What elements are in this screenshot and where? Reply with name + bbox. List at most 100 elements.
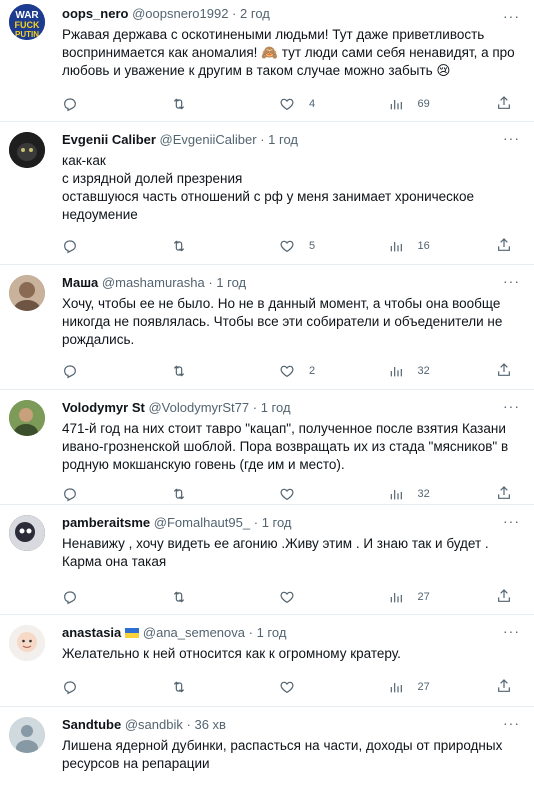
like-button[interactable] — [279, 486, 388, 502]
avatar[interactable] — [9, 515, 45, 551]
avatar[interactable] — [9, 400, 45, 436]
avatar[interactable] — [9, 717, 45, 753]
views-button[interactable]: 27 — [388, 589, 497, 605]
reply-icon — [64, 591, 76, 605]
views-button[interactable]: 32 — [388, 363, 497, 379]
display-name[interactable]: Evgenii Caliber — [62, 132, 156, 147]
retweet-icon — [173, 681, 184, 693]
tweet-text: как-как с изрядной долей презрения остав… — [62, 152, 522, 224]
timestamp[interactable]: 1 год — [262, 515, 292, 530]
user-handle[interactable]: @VolodymyrSt77 — [148, 400, 249, 415]
like-button[interactable]: 4 — [279, 96, 388, 112]
reply-button[interactable] — [62, 679, 171, 695]
tweet[interactable]: Sandtube @sandbik · 36 хв ··· Лишена яде… — [0, 707, 534, 797]
tweet-feed: WAR FUCK PUTIN oops_nero @oopsnero1992 ·… — [0, 0, 534, 797]
more-icon[interactable]: ··· — [503, 130, 520, 146]
user-handle[interactable]: @oopsnero1992 — [132, 6, 228, 21]
display-name[interactable]: pamberaitsme — [62, 515, 150, 530]
tweet-text-line: Карма она такая — [62, 554, 167, 569]
timestamp[interactable]: 1 год — [261, 400, 291, 415]
views-button[interactable]: 16 — [388, 238, 497, 254]
more-icon[interactable]: ··· — [503, 8, 520, 24]
more-icon[interactable]: ··· — [503, 623, 520, 639]
reply-button[interactable] — [62, 96, 171, 112]
tweet-text-line: с изрядной долей презрения — [62, 171, 243, 186]
reply-button[interactable] — [62, 363, 171, 379]
display-name[interactable]: Sandtube — [62, 717, 121, 732]
retweet-button[interactable] — [171, 363, 280, 379]
reply-button[interactable] — [62, 589, 171, 605]
views-button[interactable]: 32 — [388, 486, 497, 502]
heart-icon — [280, 488, 294, 501]
like-button[interactable] — [279, 589, 388, 605]
share-button[interactable] — [496, 485, 512, 504]
more-icon[interactable]: ··· — [503, 513, 520, 529]
timestamp[interactable]: 1 год — [268, 132, 298, 147]
share-icon — [498, 362, 510, 376]
avatar[interactable] — [9, 625, 45, 661]
display-name[interactable]: Маша — [62, 275, 98, 290]
tweet[interactable]: WAR FUCK PUTIN oops_nero @oopsnero1992 ·… — [0, 0, 534, 122]
avatar[interactable] — [9, 275, 45, 311]
tweet-text-line: Желательно к ней относится как к огромно… — [62, 646, 401, 661]
retweet-button[interactable] — [171, 679, 280, 695]
share-button[interactable] — [496, 588, 512, 607]
timestamp[interactable]: 1 год — [216, 275, 246, 290]
tweet-actions: 27 — [62, 669, 522, 705]
svg-text:FUCK: FUCK — [15, 20, 40, 30]
tweet[interactable]: anastasia @ana_semenova · 1 год ··· Жела… — [0, 615, 534, 707]
reply-button[interactable] — [62, 238, 171, 254]
user-handle[interactable]: @EvgeniiCaliber — [160, 132, 257, 147]
retweet-icon — [173, 240, 184, 252]
tweet-text-line: оставшуюся часть отношений с рф у меня з… — [62, 189, 475, 204]
share-icon — [498, 485, 510, 499]
tweet-text-line: никогда не появлялась. Чтобы все эти соб… — [62, 314, 503, 329]
tweet[interactable]: Маша @mashamurasha · 1 год ··· Хочу, что… — [0, 265, 534, 390]
retweet-button[interactable] — [171, 589, 280, 605]
like-button[interactable]: 2 — [279, 363, 388, 379]
separator-dot: · — [253, 515, 259, 530]
retweet-icon — [173, 98, 184, 110]
tweet[interactable]: Evgenii Caliber @EvgeniiCaliber · 1 год … — [0, 122, 534, 265]
tweet-text-line: Ржавая держава с оскотинеными людьми! Ту… — [62, 27, 485, 42]
tweet[interactable]: Volodymyr St @VolodymyrSt77 · 1 год ··· … — [0, 390, 534, 505]
heart-icon — [280, 681, 294, 694]
user-handle[interactable]: @sandbik — [125, 717, 183, 732]
tweet-text: Хочу, чтобы ее не было. Но не в данный м… — [62, 295, 522, 349]
avatar[interactable]: WAR FUCK PUTIN — [9, 4, 45, 40]
timestamp[interactable]: 36 хв — [194, 717, 225, 732]
more-icon[interactable]: ··· — [503, 273, 520, 289]
tweet-header: Volodymyr St @VolodymyrSt77 · 1 год — [62, 400, 522, 416]
analytics-icon — [390, 100, 402, 110]
display-name[interactable]: Volodymyr St — [62, 400, 145, 415]
separator-dot: · — [260, 132, 265, 147]
reply-icon — [64, 365, 76, 379]
user-handle[interactable]: @mashamurasha — [102, 275, 205, 290]
views-button[interactable]: 27 — [388, 679, 497, 695]
avatar[interactable] — [9, 132, 45, 168]
separator-dot: · — [186, 717, 191, 732]
more-icon[interactable]: ··· — [503, 715, 520, 731]
retweet-button[interactable] — [171, 96, 280, 112]
share-button[interactable] — [496, 678, 512, 697]
timestamp[interactable]: 2 год — [240, 6, 270, 21]
display-name[interactable]: anastasia — [62, 625, 121, 640]
retweet-button[interactable] — [171, 486, 280, 502]
views-button[interactable]: 69 — [388, 96, 497, 112]
share-button[interactable] — [496, 362, 512, 381]
share-button[interactable] — [496, 237, 512, 256]
more-icon[interactable]: ··· — [503, 398, 520, 414]
tweet[interactable]: pamberaitsme @Fomalhaut95_ · 1 год ··· Н… — [0, 505, 534, 615]
display-name[interactable]: oops_nero — [62, 6, 128, 21]
like-button[interactable] — [279, 679, 388, 695]
heart-icon — [280, 240, 294, 253]
tweet-text-line: Ненавижу , хочу видеть ее агонию .Живу э… — [62, 536, 489, 551]
tweet-actions: 4 69 — [62, 86, 522, 122]
retweet-button[interactable] — [171, 238, 280, 254]
user-handle[interactable]: @ana_semenova — [143, 625, 245, 640]
timestamp[interactable]: 1 год — [257, 625, 287, 640]
reply-button[interactable] — [62, 486, 171, 502]
user-handle[interactable]: @Fomalhaut95_ — [154, 515, 250, 530]
like-button[interactable]: 5 — [279, 238, 388, 254]
share-button[interactable] — [496, 95, 512, 114]
